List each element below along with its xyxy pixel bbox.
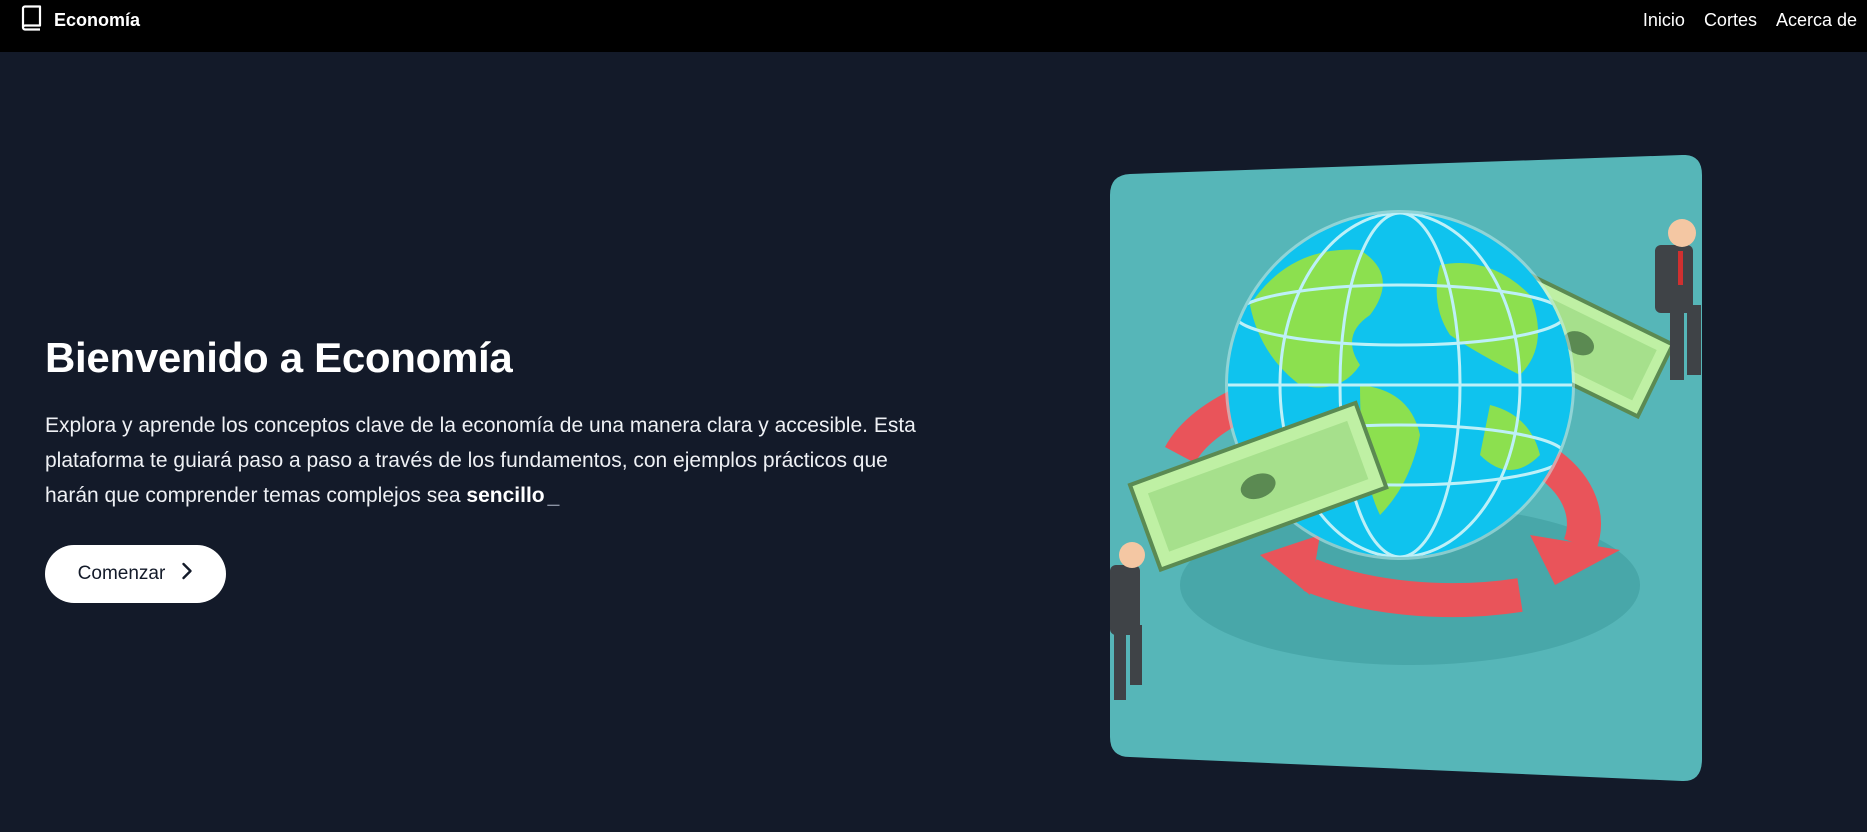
hero-title: Bienvenido a Economía <box>45 334 513 381</box>
globe-money-illustration <box>1110 155 1702 782</box>
hero-illustration <box>1110 155 1702 782</box>
hero-highlight-word: sencillo <box>466 484 545 507</box>
book-icon <box>20 4 42 36</box>
hero-description: Explora y aprende los conceptos clave de… <box>45 408 935 513</box>
hero-section: Bienvenido a Economía Explora y aprende … <box>45 330 945 513</box>
chevron-right-icon <box>181 562 193 586</box>
brand-name: Economía <box>54 9 141 30</box>
nav-link-inicio[interactable]: Inicio <box>1643 10 1685 31</box>
top-navbar: Economía Inicio Cortes Acerca de <box>0 0 1867 52</box>
typing-cursor: _ <box>547 484 560 507</box>
start-button-label: Comenzar <box>77 563 166 584</box>
nav-link-acerca-de[interactable]: Acerca de <box>1776 10 1857 31</box>
nav-link-cortes[interactable]: Cortes <box>1704 10 1757 31</box>
main-nav: Inicio Cortes Acerca de <box>1643 0 1857 40</box>
start-button[interactable]: Comenzar <box>45 545 226 603</box>
brand-link[interactable]: Economía <box>20 0 140 40</box>
